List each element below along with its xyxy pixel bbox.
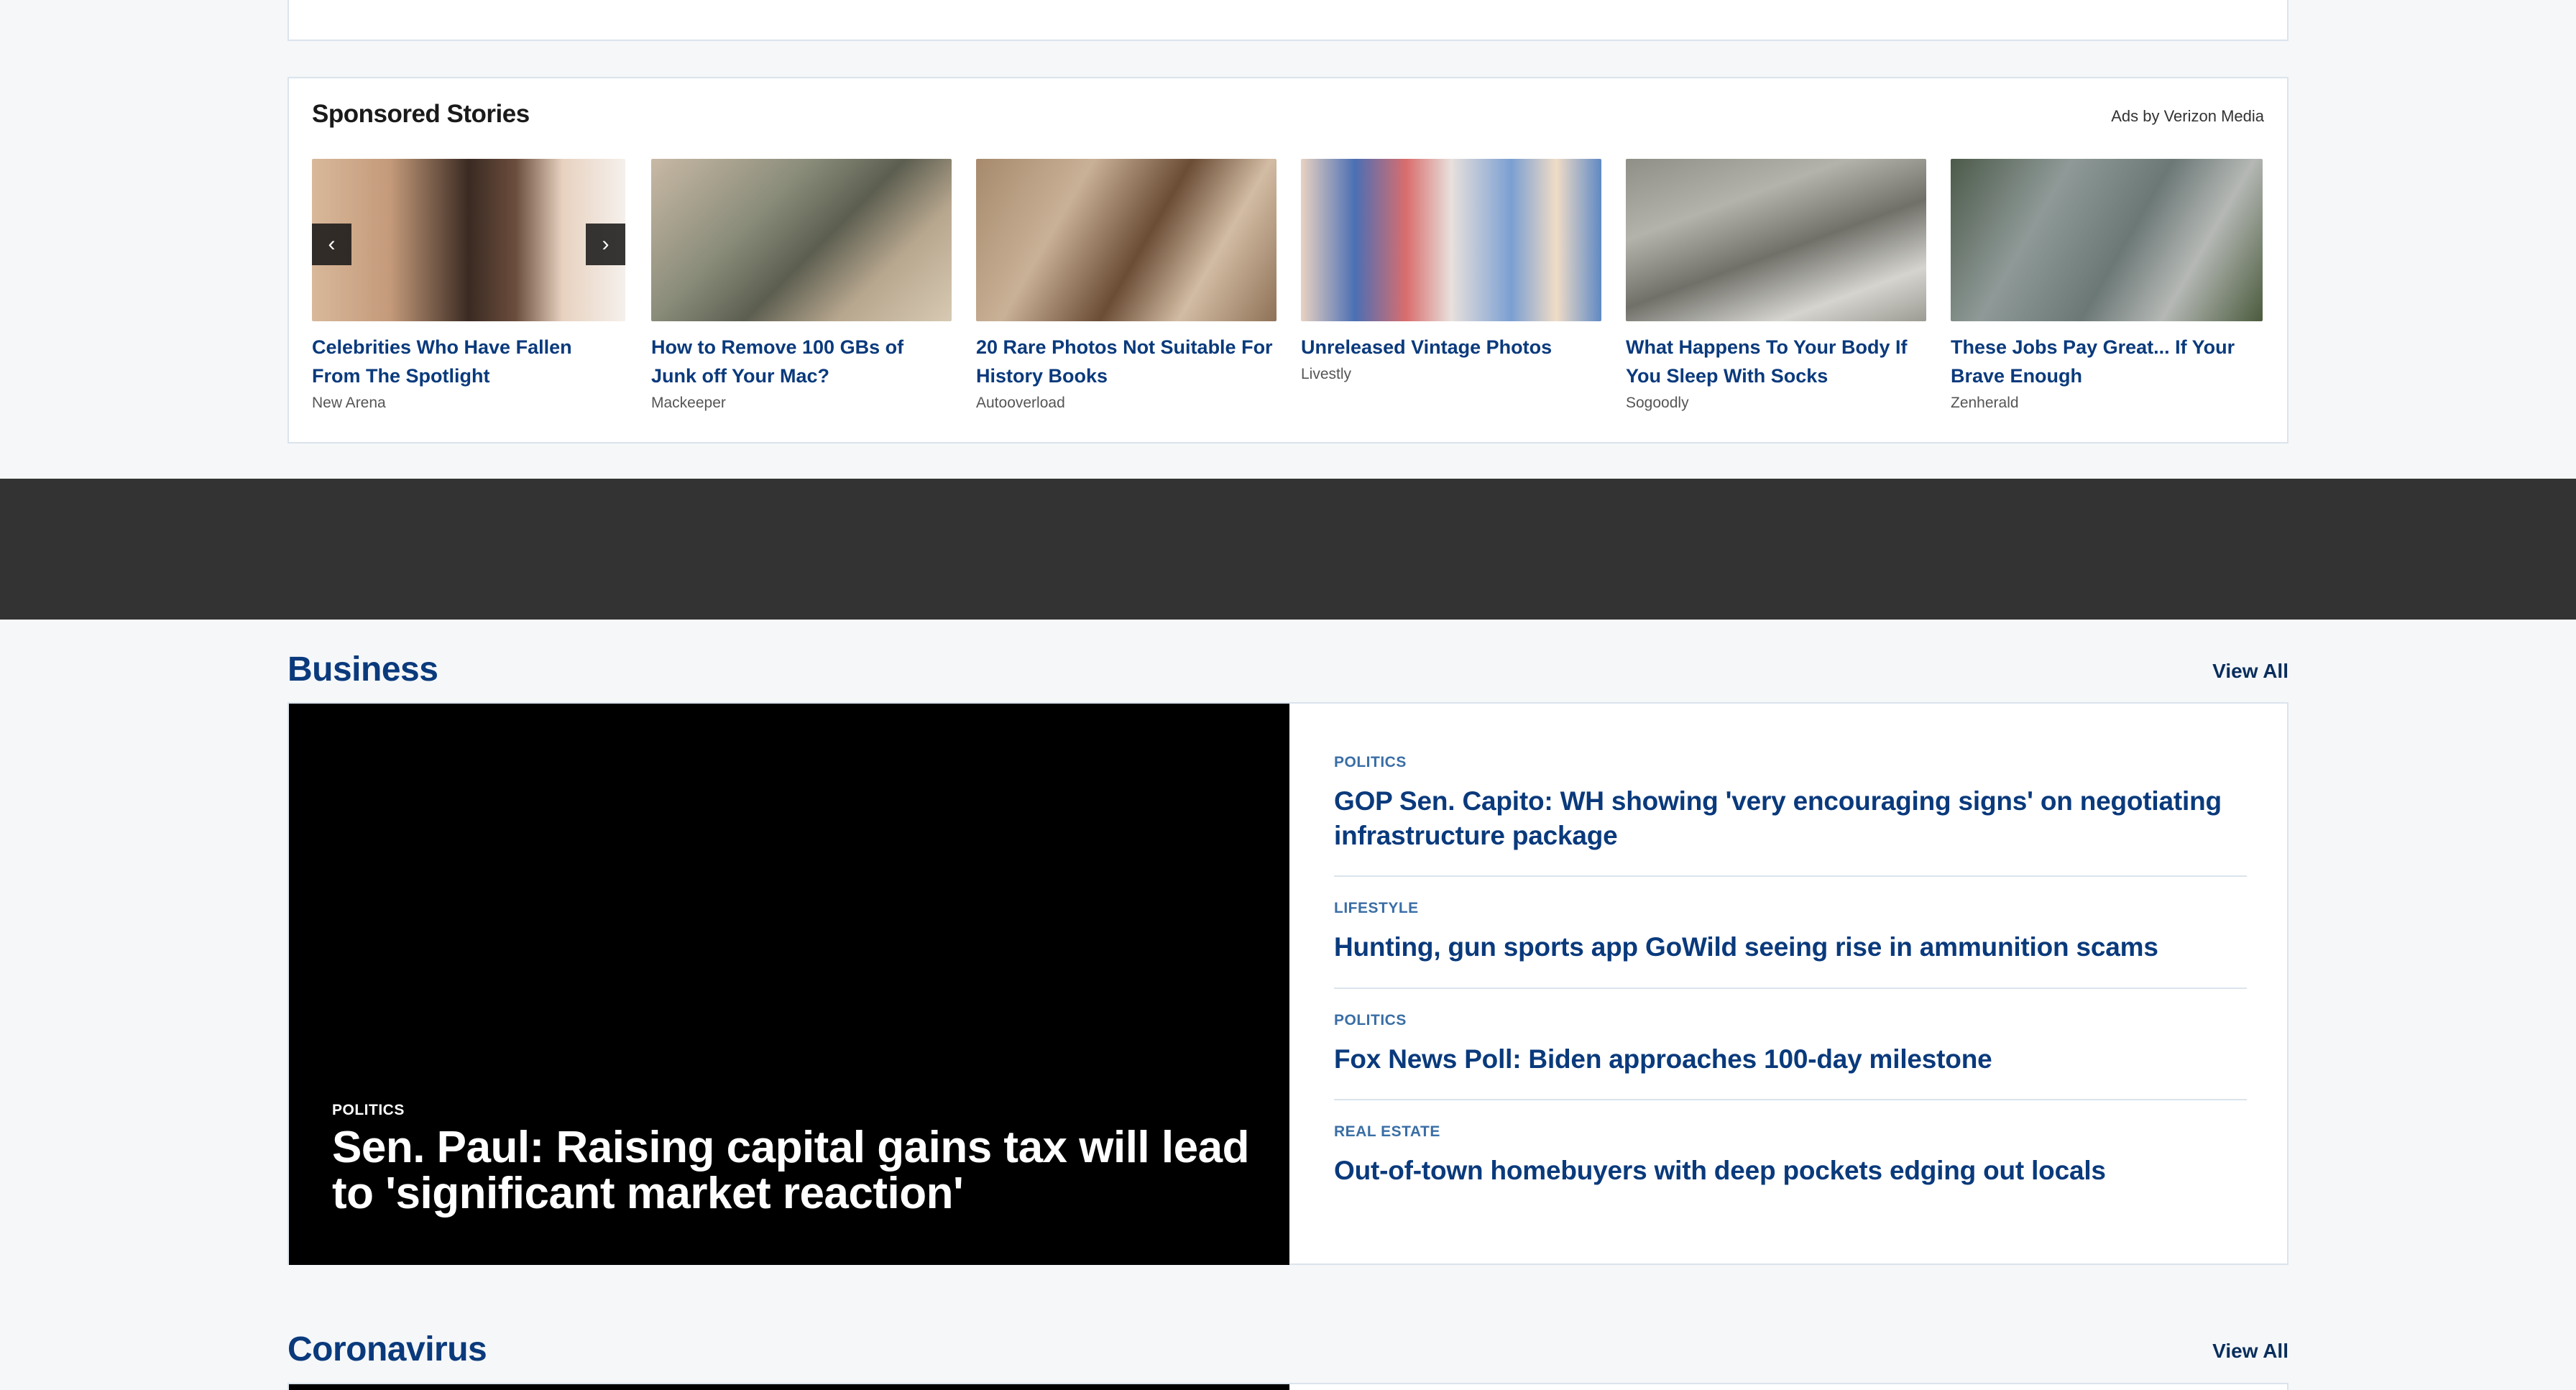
story-headline[interactable]: GOP Sen. Capito: WH showing 'very encour… <box>1334 784 2247 853</box>
sponsored-headline[interactable]: How to Remove 100 GBs of Junk off Your M… <box>651 333 952 390</box>
sponsored-headline[interactable]: What Happens To Your Body If You Sleep W… <box>1626 333 1926 390</box>
business-view-all-link[interactable]: View All <box>2212 660 2288 683</box>
sponsored-title: Sponsored Stories <box>312 100 530 128</box>
ads-by-label[interactable]: Ads by Verizon Media <box>2111 107 2264 126</box>
sponsored-headline[interactable]: These Jobs Pay Great... If Your Brave En… <box>1951 333 2263 390</box>
sponsored-carousel: Celebrities Who Have Fallen From The Spo… <box>312 159 2267 432</box>
previous-section-card <box>288 0 2288 41</box>
sponsored-item[interactable]: Unreleased Vintage Photos Livestly <box>1301 159 1601 383</box>
list-item[interactable]: POLITICS Fox News Poll: Biden approaches… <box>1334 989 2247 1100</box>
coronavirus-hero-story[interactable] <box>289 1384 1289 1390</box>
sponsored-thumbnail[interactable] <box>651 159 952 321</box>
sponsored-headline[interactable]: Unreleased Vintage Photos <box>1301 333 1601 362</box>
business-story-list: POLITICS GOP Sen. Capito: WH showing 've… <box>1334 704 2247 1208</box>
sponsored-source: Sogoodly <box>1626 395 1689 411</box>
sponsored-source: Autooverload <box>976 395 1065 411</box>
coronavirus-section <box>288 1383 2288 1390</box>
chevron-left-icon: ‹ <box>328 232 336 256</box>
sponsored-source: Livestly <box>1301 366 1352 382</box>
sponsored-source: Zenherald <box>1951 395 2019 411</box>
sponsored-thumbnail[interactable] <box>312 159 625 321</box>
advertisement-band <box>0 479 2576 620</box>
story-headline[interactable]: Hunting, gun sports app GoWild seeing ri… <box>1334 930 2247 965</box>
sponsored-headline[interactable]: Celebrities Who Have Fallen From The Spo… <box>312 333 625 390</box>
list-item[interactable]: REAL ESTATE Out-of-town homebuyers with … <box>1334 1100 2247 1208</box>
story-category[interactable]: POLITICS <box>1334 1012 2247 1029</box>
story-category[interactable]: POLITICS <box>1334 754 2247 771</box>
sponsored-item[interactable]: What Happens To Your Body If You Sleep W… <box>1626 159 1926 412</box>
business-section-title[interactable]: Business <box>288 650 438 689</box>
sponsored-thumbnail[interactable] <box>1951 159 2263 321</box>
story-headline[interactable]: Out-of-town homebuyers with deep pockets… <box>1334 1154 2247 1188</box>
business-section: POLITICS Sen. Paul: Raising capital gain… <box>288 702 2288 1265</box>
business-hero-story[interactable]: POLITICS Sen. Paul: Raising capital gain… <box>289 704 1289 1265</box>
sponsored-item[interactable]: 20 Rare Photos Not Suitable For History … <box>976 159 1276 412</box>
sponsored-thumbnail[interactable] <box>976 159 1276 321</box>
story-category[interactable]: LIFESTYLE <box>1334 900 2247 917</box>
hero-category[interactable]: POLITICS <box>332 1102 405 1119</box>
chevron-right-icon: › <box>602 232 610 256</box>
sponsored-source: New Arena <box>312 395 386 411</box>
sponsored-thumbnail[interactable] <box>1301 159 1601 321</box>
carousel-prev-button[interactable]: ‹ <box>312 224 351 265</box>
hero-headline[interactable]: Sen. Paul: Raising capital gains tax wil… <box>332 1125 1266 1217</box>
list-item[interactable]: LIFESTYLE Hunting, gun sports app GoWild… <box>1334 877 2247 989</box>
sponsored-item[interactable]: How to Remove 100 GBs of Junk off Your M… <box>651 159 952 412</box>
sponsored-item[interactable]: Celebrities Who Have Fallen From The Spo… <box>312 159 625 412</box>
sponsored-headline[interactable]: 20 Rare Photos Not Suitable For History … <box>976 333 1276 390</box>
story-headline[interactable]: Fox News Poll: Biden approaches 100-day … <box>1334 1042 2247 1077</box>
coronavirus-section-title[interactable]: Coronavirus <box>288 1330 487 1369</box>
carousel-next-button[interactable]: › <box>586 224 625 265</box>
sponsored-source: Mackeeper <box>651 395 726 411</box>
sponsored-item[interactable]: These Jobs Pay Great... If Your Brave En… <box>1951 159 2263 412</box>
list-item[interactable]: POLITICS GOP Sen. Capito: WH showing 've… <box>1334 704 2247 877</box>
sponsored-stories: Sponsored Stories Ads by Verizon Media C… <box>288 77 2288 443</box>
sponsored-thumbnail[interactable] <box>1626 159 1926 321</box>
coronavirus-view-all-link[interactable]: View All <box>2212 1340 2288 1363</box>
story-category[interactable]: REAL ESTATE <box>1334 1123 2247 1141</box>
